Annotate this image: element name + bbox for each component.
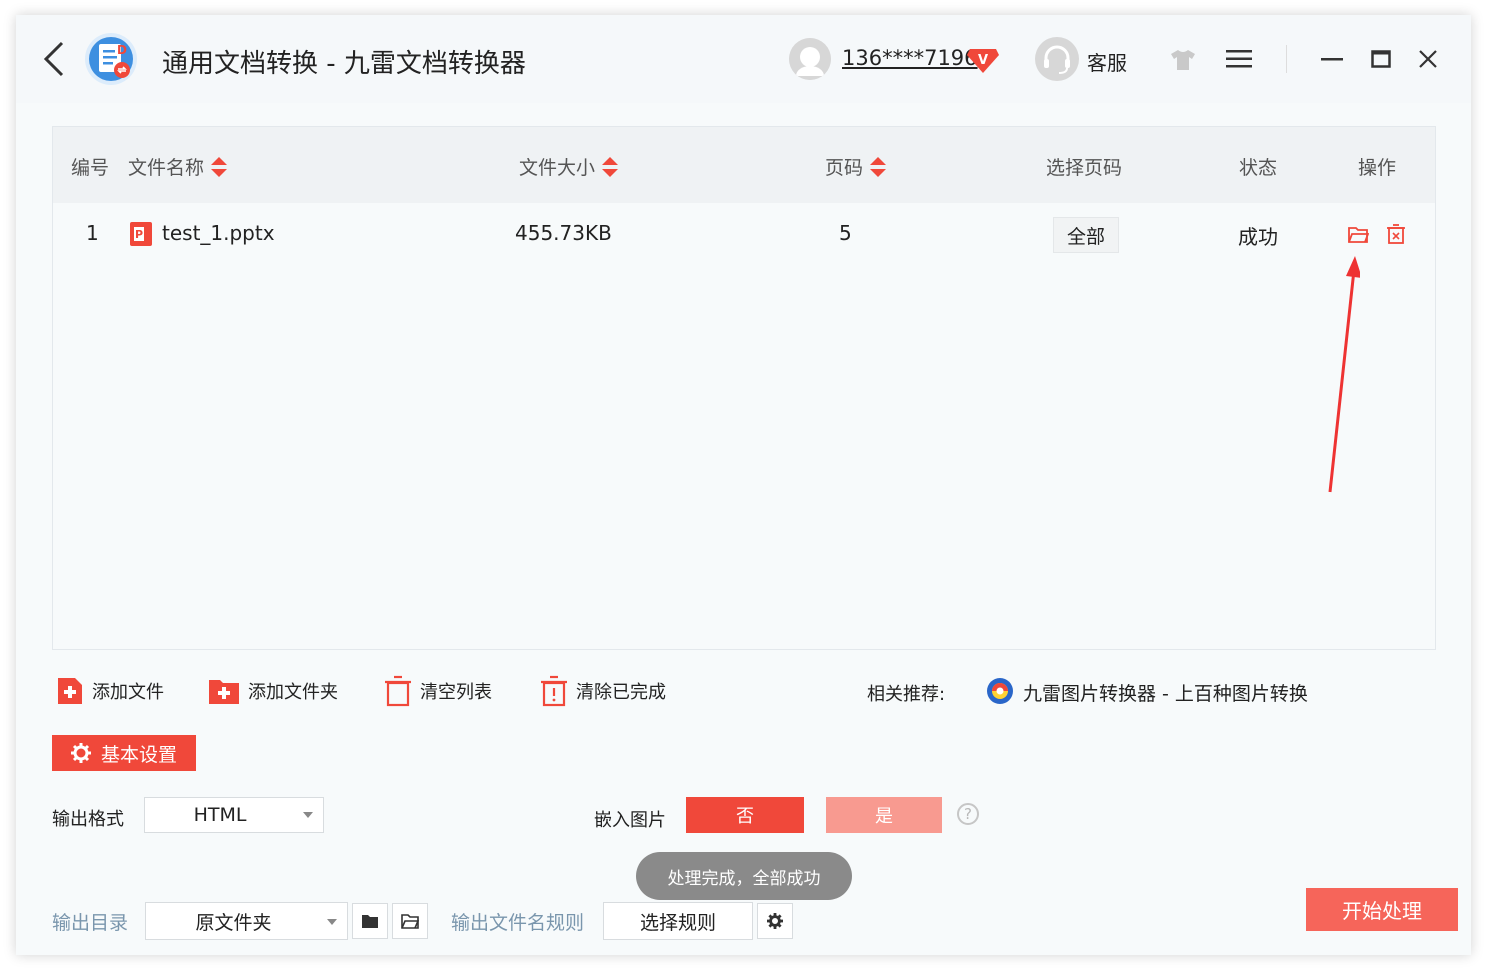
maximize-icon[interactable] [1371, 49, 1391, 69]
header-name-label: 文件名称 [128, 157, 205, 179]
status-toast: 处理完成，全部成功 [636, 852, 852, 900]
window-title: 通用文档转换 - 九雷文档转换器 [162, 49, 526, 79]
open-folder-icon[interactable] [1347, 223, 1369, 245]
embed-images-label: 嵌入图片 [594, 810, 666, 831]
sort-icon[interactable] [869, 155, 887, 179]
embed-yes-button[interactable]: 是 [826, 797, 942, 833]
recommend-link[interactable]: 九雷图片转换器 - 上百种图片转换 [1023, 679, 1308, 706]
header-select-pages-label: 选择页码 [1046, 157, 1123, 179]
vip-icon[interactable]: V [966, 43, 1000, 75]
open-output-folder-button[interactable] [392, 903, 428, 939]
user-phone-link[interactable]: 136****7196 [842, 46, 978, 70]
embed-no-button[interactable]: 否 [686, 797, 804, 833]
add-file-label: 添加文件 [92, 682, 164, 703]
pptx-file-icon: P [130, 222, 152, 246]
add-file-button[interactable]: 添加文件 [56, 675, 164, 707]
header-pages[interactable]: 页码 [825, 153, 887, 180]
folder-icon [362, 915, 378, 928]
gear-icon [70, 743, 91, 763]
add-folder-label: 添加文件夹 [248, 682, 338, 703]
gear-icon [767, 913, 783, 929]
clear-done-icon [541, 675, 567, 707]
vip-badge-text: V [978, 53, 988, 68]
header-status: 状态 [1239, 153, 1277, 180]
clear-list-label: 清空列表 [420, 682, 492, 703]
output-dir-select[interactable]: 原文件夹 [145, 902, 348, 940]
chevron-down-icon [303, 812, 313, 818]
add-folder-button[interactable]: 添加文件夹 [208, 675, 338, 707]
avatar[interactable] [789, 38, 831, 80]
header-size[interactable]: 文件大小 [519, 153, 619, 180]
header-pages-label: 页码 [825, 157, 864, 179]
svg-text:P: P [135, 228, 143, 241]
open-folder-icon [401, 914, 419, 929]
output-format-value: HTML [193, 804, 247, 826]
basic-settings-label: 基本设置 [100, 743, 177, 766]
delete-icon[interactable] [1385, 223, 1407, 245]
filename-rule-select[interactable]: 选择规则 [603, 902, 753, 940]
output-format-label: 输出格式 [52, 809, 124, 830]
output-format-select[interactable]: HTML [144, 797, 324, 833]
chevron-down-icon [327, 919, 337, 925]
header-select-pages: 选择页码 [1046, 153, 1122, 180]
clear-done-label: 清除已完成 [576, 682, 666, 703]
app-logo-icon: D [85, 33, 137, 85]
row-status: 成功 [1238, 225, 1278, 249]
file-table: 编号 文件名称 文件大小 页码 选择页码 状态 操作 1 P test_1.pp… [52, 126, 1436, 650]
row-index: 1 [86, 221, 99, 245]
sort-icon[interactable] [210, 155, 228, 179]
browse-folder-button[interactable] [352, 903, 388, 939]
basic-settings-button[interactable]: 基本设置 [52, 735, 196, 771]
recommend-label: 相关推荐: [867, 684, 946, 705]
shirt-icon[interactable] [1170, 49, 1196, 71]
start-processing-button[interactable]: 开始处理 [1306, 888, 1458, 931]
trash-icon [385, 675, 411, 707]
sort-icon[interactable] [601, 155, 619, 179]
title-bar: D 通用文档转换 - 九雷文档转换器 136****7196 V 客服 [16, 15, 1471, 103]
customer-service-link[interactable]: 客服 [1087, 47, 1127, 76]
filename-rule-label[interactable]: 输出文件名规则 [451, 908, 584, 935]
header-index-label: 编号 [71, 157, 110, 179]
annotation-arrow-icon [1328, 256, 1360, 493]
row-filesize: 455.73KB [515, 221, 612, 245]
back-icon[interactable] [38, 39, 74, 79]
avatar-icon [789, 38, 831, 80]
add-file-icon [58, 678, 82, 704]
table-row[interactable]: 1 P test_1.pptx 455.73KB 5 成功 [53, 205, 1435, 263]
headset-icon[interactable] [1035, 37, 1079, 81]
image-converter-icon[interactable] [986, 677, 1014, 705]
table-header: 编号 文件名称 文件大小 页码 选择页码 状态 操作 [53, 127, 1435, 203]
help-icon[interactable]: ? [957, 803, 979, 825]
minimize-icon[interactable] [1320, 45, 1344, 73]
row-filename: test_1.pptx [162, 221, 275, 245]
close-icon[interactable] [1417, 48, 1439, 70]
header-index: 编号 [71, 153, 109, 180]
header-actions-label: 操作 [1358, 157, 1397, 179]
header-name[interactable]: 文件名称 [128, 153, 228, 180]
svg-text:D: D [117, 43, 127, 57]
output-dir-label[interactable]: 输出目录 [52, 908, 128, 935]
add-folder-icon [209, 680, 239, 704]
header-size-label: 文件大小 [519, 157, 596, 179]
clear-list-button[interactable]: 清空列表 [384, 675, 492, 707]
menu-icon[interactable] [1226, 49, 1252, 69]
clear-done-button[interactable]: 清除已完成 [540, 675, 666, 707]
filename-rule-settings-button[interactable] [757, 903, 793, 939]
output-dir-value: 原文件夹 [195, 911, 272, 934]
select-pages-button[interactable]: 全部 [1053, 217, 1119, 253]
header-actions: 操作 [1358, 153, 1396, 180]
header-status-label: 状态 [1239, 157, 1278, 179]
titlebar-divider [1286, 45, 1287, 73]
row-pages: 5 [839, 221, 852, 245]
